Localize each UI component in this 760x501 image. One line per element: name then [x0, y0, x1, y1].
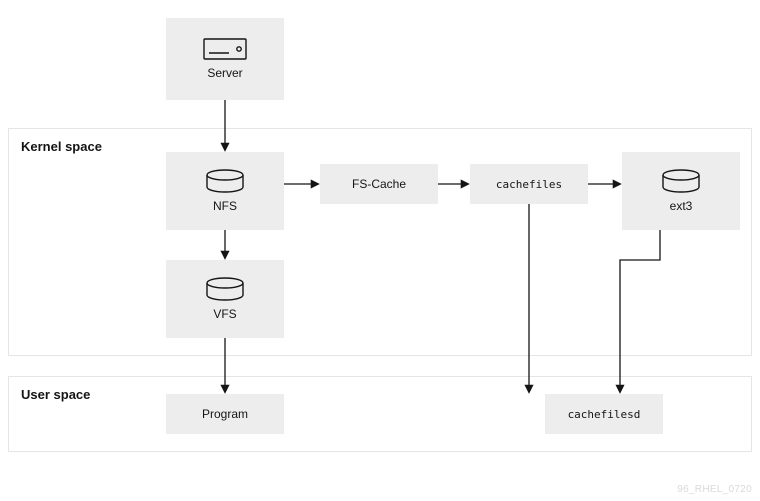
node-fscache-label: FS-Cache [352, 177, 406, 191]
node-server: Server [166, 18, 284, 100]
node-fscache: FS-Cache [320, 164, 438, 204]
attribution: 96_RHEL_0720 [677, 484, 752, 495]
kernel-space-label: Kernel space [21, 139, 102, 154]
node-cachefilesd-label: cachefilesd [568, 408, 641, 421]
node-nfs: NFS [166, 152, 284, 230]
node-program-label: Program [202, 407, 248, 421]
disk-icon [661, 169, 701, 193]
node-program: Program [166, 394, 284, 434]
node-vfs: VFS [166, 260, 284, 338]
node-ext3-label: ext3 [670, 199, 693, 213]
node-vfs-label: VFS [213, 307, 236, 321]
node-ext3: ext3 [622, 152, 740, 230]
disk-icon [205, 169, 245, 193]
server-icon [203, 38, 247, 60]
user-space-label: User space [21, 387, 90, 402]
disk-icon [205, 277, 245, 301]
node-cachefiles-label: cachefiles [496, 178, 562, 191]
node-cachefiles: cachefiles [470, 164, 588, 204]
node-server-label: Server [207, 66, 242, 80]
node-nfs-label: NFS [213, 199, 237, 213]
node-cachefilesd: cachefilesd [545, 394, 663, 434]
